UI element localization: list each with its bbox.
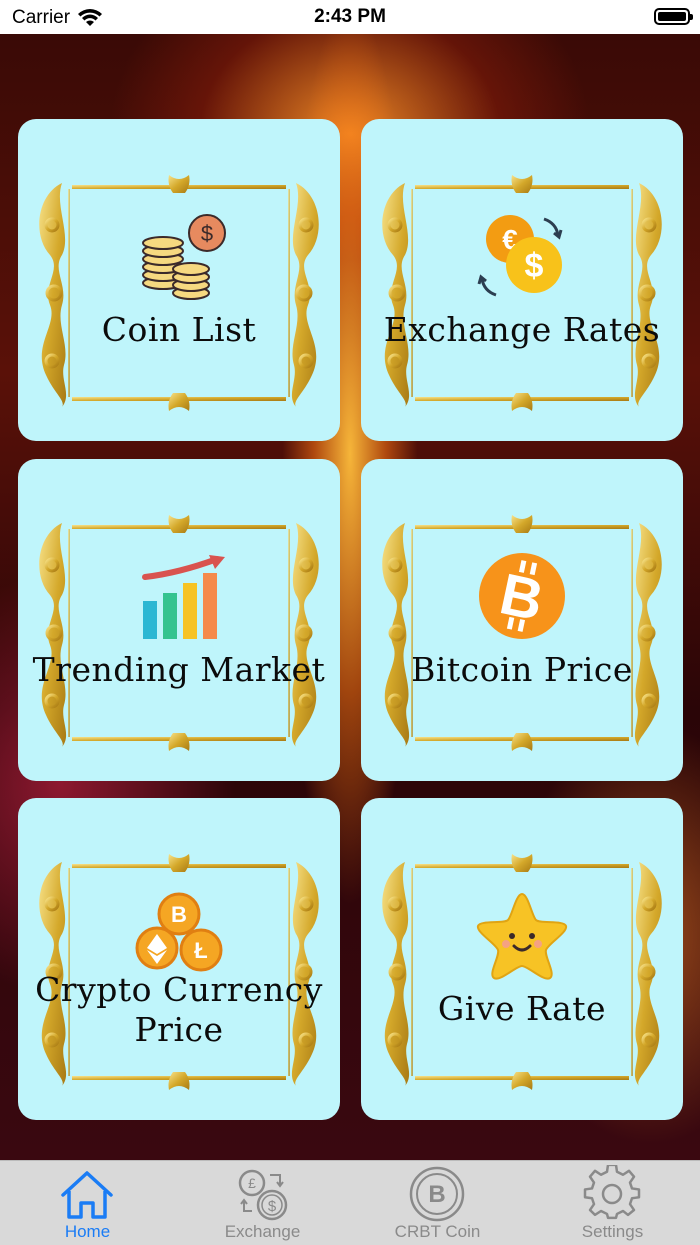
tile-label-line1: Crypto Currency (35, 970, 323, 1009)
gear-icon (583, 1165, 641, 1220)
svg-text:£: £ (248, 1175, 256, 1191)
svg-text:$: $ (268, 1198, 277, 1215)
crypto-coins-icon: B Ł (135, 892, 223, 972)
tab-label: Settings (581, 1222, 644, 1241)
trending-market-tile[interactable]: Trending Market (18, 459, 340, 781)
exchange-rates-tile[interactable]: € $ Exchange Rates (361, 119, 683, 441)
star-icon (476, 892, 568, 980)
svg-text:Ł: Ł (194, 938, 207, 963)
tab-label: Exchange (224, 1222, 301, 1241)
tab-settings[interactable]: Settings (525, 1161, 700, 1245)
tile-label: Bitcoin Price (411, 650, 633, 689)
svg-text:$: $ (201, 221, 213, 246)
bitcoin-price-tile[interactable]: B Bitcoin Price (361, 459, 683, 781)
tab-exchange[interactable]: £ $ Exchange (175, 1161, 350, 1245)
svg-text:B: B (428, 1181, 445, 1208)
tab-label: Home (64, 1222, 111, 1241)
tile-label-line2: Price (134, 1010, 224, 1049)
tile-label: Give Rate (437, 989, 607, 1028)
status-bar: Carrier 2:43 PM (0, 0, 700, 34)
trending-chart-icon (142, 555, 225, 639)
tab-bar: Home £ $ Exchange B CRBT Coin Settings (0, 1160, 700, 1245)
give-rate-tile[interactable]: Give Rate (361, 798, 683, 1120)
bitcoin-coin-icon: B (409, 1166, 465, 1222)
exchange-icon: £ $ (238, 1169, 288, 1221)
tile-label: Coin List (101, 310, 257, 349)
clock: 2:43 PM (314, 6, 386, 27)
coin-list-tile[interactable]: $ Coin List (18, 119, 340, 441)
svg-text:$: $ (525, 247, 544, 285)
tile-label: Trending Market (32, 650, 326, 689)
battery-icon (654, 8, 693, 25)
coins-stack-icon: $ (142, 214, 226, 300)
currency-exchange-icon: € $ (477, 215, 563, 297)
bitcoin-icon: B (479, 553, 565, 639)
crypto-currency-price-tile[interactable]: B Ł Crypto Currency Price (18, 798, 340, 1120)
home-icon (61, 1171, 113, 1219)
tab-home[interactable]: Home (0, 1161, 175, 1245)
tab-label: CRBT Coin (394, 1222, 481, 1241)
svg-text:B: B (171, 902, 187, 927)
tile-label: Exchange Rates (383, 310, 661, 349)
tab-crbt-coin[interactable]: B CRBT Coin (350, 1161, 525, 1245)
